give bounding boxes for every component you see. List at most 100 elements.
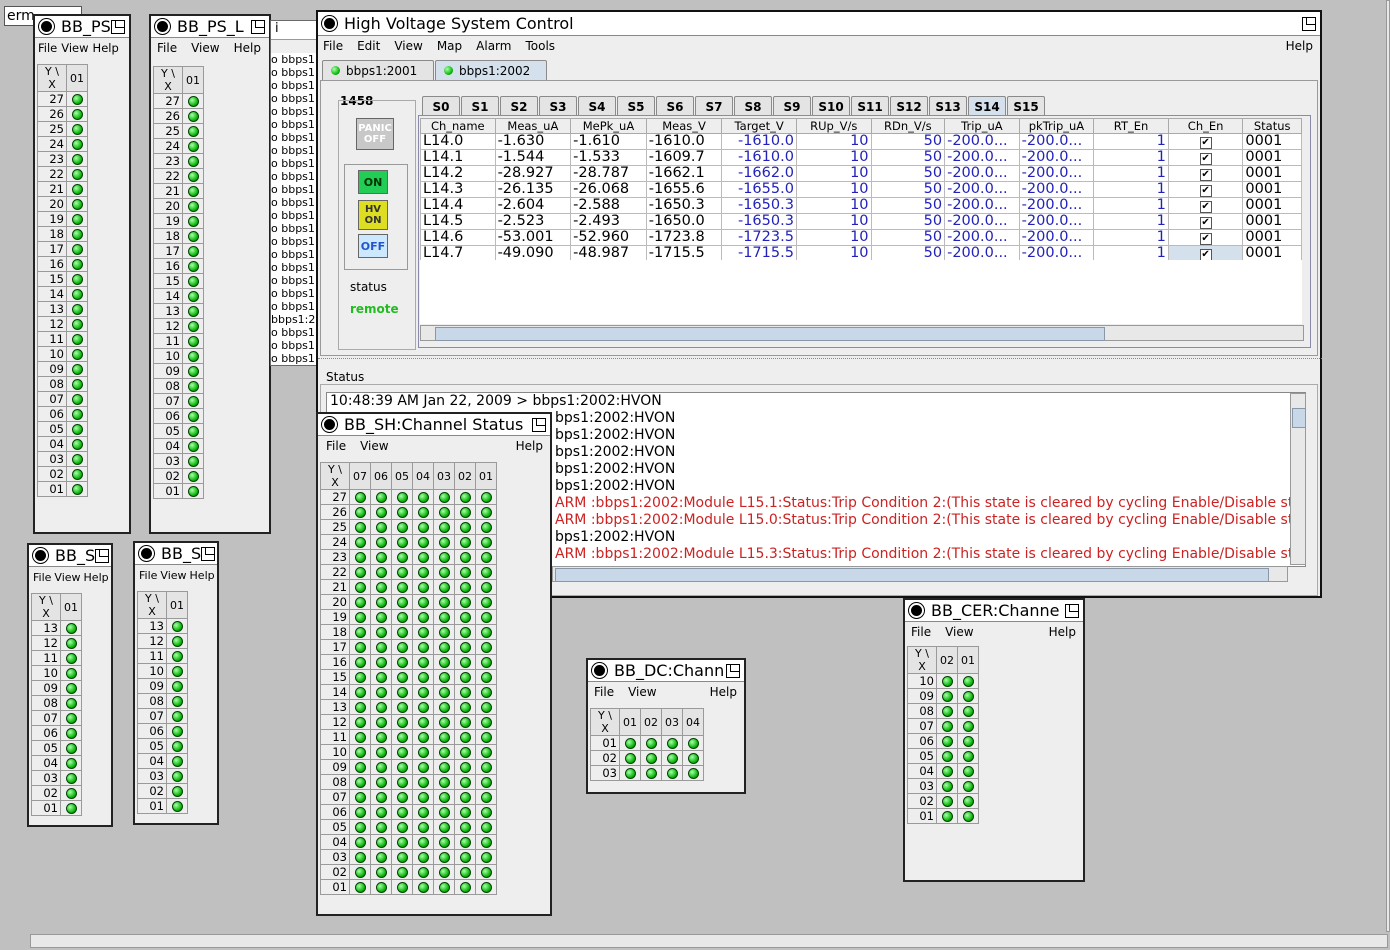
channel-cell[interactable] <box>370 879 392 895</box>
menu-file[interactable]: File <box>323 39 343 53</box>
table-cell[interactable]: -200.0... <box>944 165 1020 182</box>
channel-cell[interactable] <box>60 710 82 726</box>
table-cell[interactable]: -200.0... <box>1018 149 1095 166</box>
channel-cell[interactable] <box>349 819 371 835</box>
channel-cell[interactable] <box>936 778 958 794</box>
channel-cell[interactable] <box>475 669 497 685</box>
table-cell[interactable]: -200.0... <box>1018 133 1095 150</box>
menu-file[interactable]: File <box>139 569 157 582</box>
channel-cell[interactable] <box>391 699 413 715</box>
window-close-icon[interactable] <box>39 19 54 34</box>
channel-cell[interactable] <box>391 834 413 850</box>
table-cell[interactable]: 1 <box>1093 213 1169 230</box>
table-cell[interactable]: -200.0... <box>944 133 1020 150</box>
channel-cell[interactable] <box>182 333 204 349</box>
channel-cell[interactable] <box>475 609 497 625</box>
maximize-icon[interactable] <box>532 417 546 432</box>
channel-cell[interactable] <box>391 504 413 520</box>
channel-cell[interactable] <box>370 639 392 655</box>
menu-file[interactable]: File <box>326 439 346 453</box>
channel-cell[interactable] <box>370 699 392 715</box>
channel-cell[interactable] <box>957 748 979 764</box>
channel-cell[interactable] <box>454 519 476 535</box>
window-close-icon[interactable] <box>33 548 48 563</box>
tab-slot-s1[interactable]: S1 <box>461 96 499 116</box>
channel-cell[interactable] <box>391 879 413 895</box>
channel-cell[interactable] <box>454 879 476 895</box>
channel-cell[interactable] <box>66 451 88 467</box>
channel-cell[interactable] <box>412 819 434 835</box>
table-cell[interactable]: 10 <box>795 133 872 150</box>
column-header[interactable]: pkTrip_uA <box>1018 118 1095 134</box>
channel-cell[interactable] <box>66 136 88 152</box>
channel-enable-cell[interactable]: ✔ <box>1167 229 1244 246</box>
channel-cell[interactable] <box>391 639 413 655</box>
channel-cell[interactable] <box>391 759 413 775</box>
channel-cell[interactable] <box>433 714 455 730</box>
channel-cell[interactable] <box>412 684 434 700</box>
channel-cell[interactable] <box>412 714 434 730</box>
channel-cell[interactable] <box>391 654 413 670</box>
channel-cell[interactable] <box>454 489 476 505</box>
channel-cell[interactable] <box>391 729 413 745</box>
channel-cell[interactable] <box>412 699 434 715</box>
channel-cell[interactable] <box>682 750 704 766</box>
channel-cell[interactable] <box>66 316 88 332</box>
table-cell[interactable]: -200.0... <box>944 149 1020 166</box>
column-header[interactable]: Ch_name <box>420 118 496 134</box>
channel-cell[interactable] <box>433 834 455 850</box>
channel-cell[interactable] <box>412 489 434 505</box>
channel-cell[interactable] <box>66 256 88 272</box>
channel-cell[interactable] <box>182 378 204 394</box>
column-header[interactable]: Trip_uA <box>944 118 1020 134</box>
channel-cell[interactable] <box>370 564 392 580</box>
table-cell[interactable]: -1655.0 <box>721 181 797 198</box>
channel-cell[interactable] <box>412 594 434 610</box>
table-row[interactable]: L14.5 -2.523 -2.493 -1650.0 -1650.3 10 50 -200.… <box>420 213 1302 230</box>
table-cell[interactable]: -1723.5 <box>721 229 797 246</box>
channel-cell[interactable] <box>66 151 88 167</box>
channel-cell[interactable] <box>182 348 204 364</box>
window-close-icon[interactable] <box>155 19 170 34</box>
channel-cell[interactable] <box>391 744 413 760</box>
channel-cell[interactable] <box>619 765 641 781</box>
channel-cell[interactable] <box>454 579 476 595</box>
splitter[interactable] <box>318 358 1322 365</box>
channel-cell[interactable] <box>370 849 392 865</box>
channel-cell[interactable] <box>957 793 979 809</box>
menu-view[interactable]: View <box>61 41 88 55</box>
channel-cell[interactable] <box>349 684 371 700</box>
channel-cell[interactable] <box>166 633 188 649</box>
channel-cell[interactable] <box>66 106 88 122</box>
column-header[interactable]: MePk_uA <box>570 118 647 134</box>
channel-cell[interactable] <box>182 423 204 439</box>
channel-cell[interactable] <box>66 466 88 482</box>
channel-cell[interactable] <box>433 879 455 895</box>
channel-cell[interactable] <box>182 198 204 214</box>
channel-cell[interactable] <box>454 729 476 745</box>
column-header[interactable]: Status <box>1242 118 1302 134</box>
channel-cell[interactable] <box>433 759 455 775</box>
table-cell[interactable]: -1650.3 <box>721 213 797 230</box>
channel-cell[interactable] <box>391 489 413 505</box>
log-horizontal-scrollbar[interactable] <box>552 566 1288 582</box>
menu-view[interactable]: View <box>360 439 388 453</box>
tab-bbps1-2002[interactable]: bbps1:2002 <box>435 60 547 80</box>
table-cell[interactable]: 50 <box>870 133 946 150</box>
menu-help[interactable]: Help <box>1286 39 1313 53</box>
channel-cell[interactable] <box>957 718 979 734</box>
maximize-icon[interactable] <box>1302 16 1316 31</box>
channel-cell[interactable] <box>182 258 204 274</box>
channel-cell[interactable] <box>936 673 958 689</box>
channel-cell[interactable] <box>391 774 413 790</box>
tab-slot-s3[interactable]: S3 <box>539 96 577 116</box>
channel-cell[interactable] <box>454 759 476 775</box>
channel-cell[interactable] <box>640 750 662 766</box>
table-cell[interactable]: -200.0... <box>944 197 1020 214</box>
channel-cell[interactable] <box>412 534 434 550</box>
channel-cell[interactable] <box>60 650 82 666</box>
channel-cell[interactable] <box>60 755 82 771</box>
channel-cell[interactable] <box>454 744 476 760</box>
channel-cell[interactable] <box>66 361 88 377</box>
channel-cell[interactable] <box>349 564 371 580</box>
